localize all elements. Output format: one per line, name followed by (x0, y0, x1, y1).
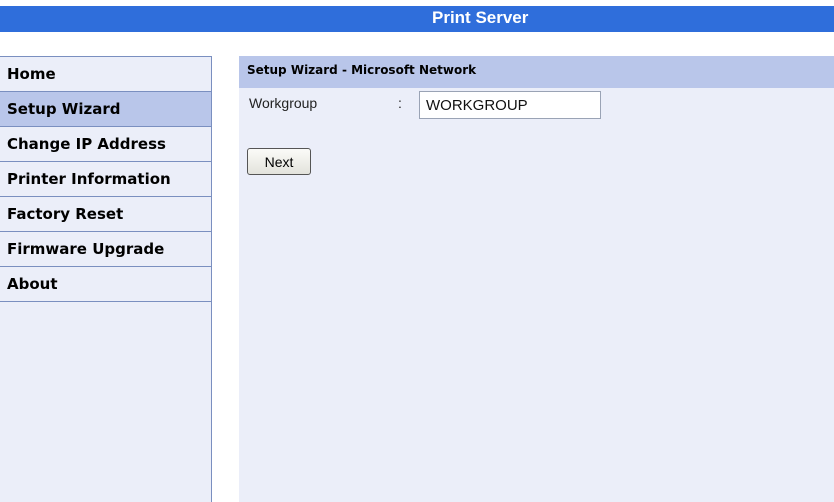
sidebar-item-home[interactable]: Home (0, 56, 211, 91)
sidebar-item-factory-reset[interactable]: Factory Reset (0, 196, 211, 231)
main-panel: Setup Wizard - Microsoft Network Workgro… (239, 56, 834, 502)
sidebar-item-about[interactable]: About (0, 266, 211, 302)
page-title: Setup Wizard - Microsoft Network (247, 63, 477, 77)
next-button[interactable]: Next (247, 148, 311, 175)
app-title: Print Server (432, 8, 529, 27)
field-separator: : (398, 95, 402, 111)
sidebar-nav: Home Setup Wizard Change IP Address Prin… (0, 56, 212, 502)
top-header-bar: Print Server (0, 6, 834, 32)
sidebar-item-change-ip-address[interactable]: Change IP Address (0, 126, 211, 161)
sidebar-item-setup-wizard[interactable]: Setup Wizard (0, 91, 211, 126)
workgroup-input[interactable] (419, 91, 601, 119)
section-header: Setup Wizard - Microsoft Network (239, 56, 834, 88)
sidebar-item-firmware-upgrade[interactable]: Firmware Upgrade (0, 231, 211, 266)
sidebar-item-printer-information[interactable]: Printer Information (0, 161, 211, 196)
workgroup-label: Workgroup (249, 95, 318, 111)
